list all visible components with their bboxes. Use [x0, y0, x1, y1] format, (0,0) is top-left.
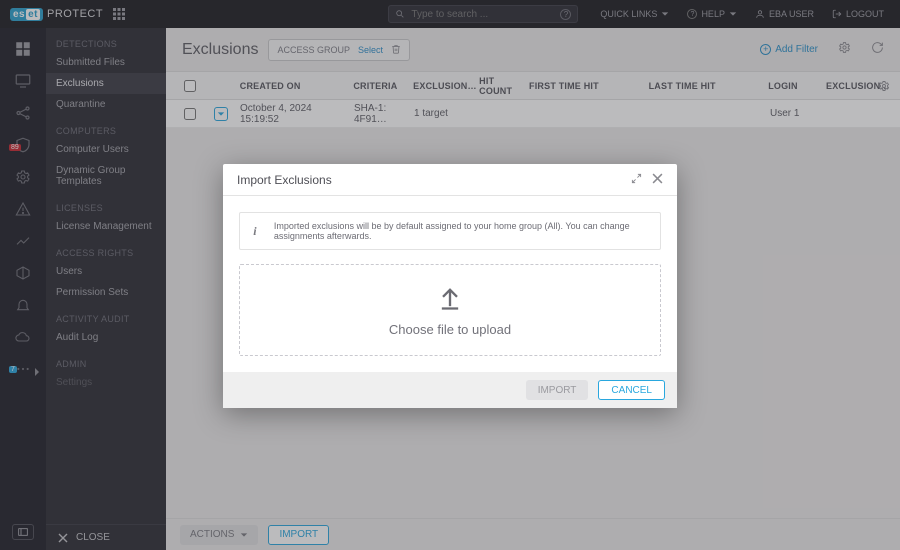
modal-close-icon[interactable] — [652, 171, 663, 189]
modal-footer: IMPORT CANCEL — [223, 372, 677, 408]
info-icon: i — [250, 224, 260, 239]
upload-icon — [436, 284, 464, 312]
modal-import-button[interactable]: IMPORT — [526, 380, 589, 400]
dropzone-label: Choose file to upload — [389, 322, 511, 337]
modal-body: i Imported exclusions will be by default… — [223, 196, 677, 372]
modal-info-text: Imported exclusions will be by default a… — [274, 221, 650, 241]
modal-cancel-button[interactable]: CANCEL — [598, 380, 665, 400]
modal-title: Import Exclusions — [237, 173, 332, 187]
import-exclusions-modal: Import Exclusions i Imported exclusions … — [223, 164, 677, 408]
modal-info: i Imported exclusions will be by default… — [239, 212, 661, 250]
modal-header: Import Exclusions — [223, 164, 677, 196]
file-dropzone[interactable]: Choose file to upload — [239, 264, 661, 356]
modal-expand-icon[interactable] — [631, 171, 642, 189]
modal-overlay: Import Exclusions i Imported exclusions … — [0, 0, 900, 550]
